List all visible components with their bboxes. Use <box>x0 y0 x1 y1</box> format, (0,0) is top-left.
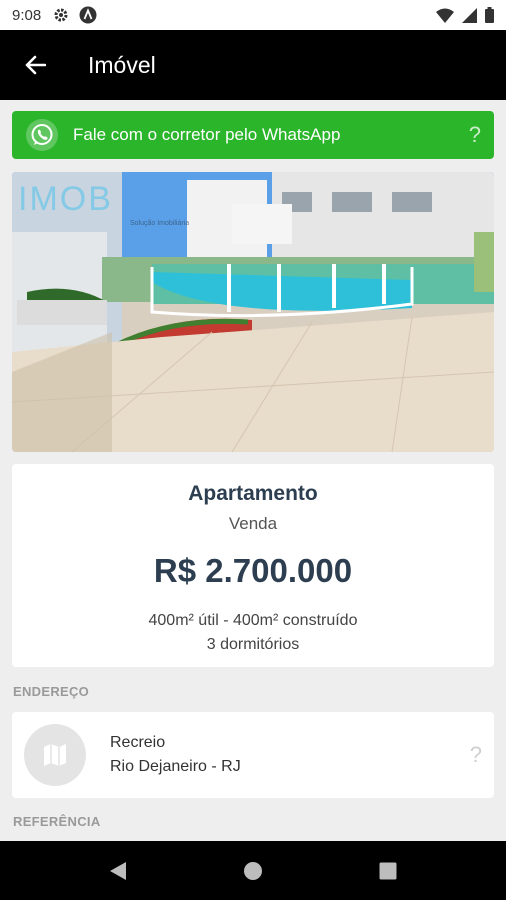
whatsapp-help-icon[interactable]: ? <box>469 122 481 148</box>
photo-watermark-logo: IMOB <box>18 180 113 219</box>
property-type: Apartamento <box>188 482 318 505</box>
whatsapp-icon <box>26 119 58 151</box>
square-recents-icon <box>379 862 397 879</box>
watermark-logo-sub: Solução Imobiliária <box>130 220 190 227</box>
property-photo[interactable]: IMOB Solução Imobiliária <box>12 172 494 452</box>
nav-home-button[interactable] <box>223 841 283 900</box>
photo-watermark-subtitle: Solução Imobiliária <box>130 220 189 227</box>
reference-section-label: REFERÊNCIA <box>13 814 101 829</box>
watermark-logo-text: IMOB <box>18 180 113 218</box>
address-help-icon[interactable]: ? <box>470 742 482 768</box>
app-bar: Imóvel <box>0 30 506 100</box>
property-area: 400m² útil - 400m² construído <box>148 612 358 629</box>
address-neighborhood: Recreio <box>110 734 166 751</box>
property-rooms: 3 dormitórios <box>206 636 300 653</box>
status-time: 9:08 <box>12 6 42 24</box>
triangle-back-icon <box>109 861 126 880</box>
app-notification-icon <box>79 6 97 24</box>
battery-icon <box>485 7 494 23</box>
content-area[interactable]: Fale com o corretor pelo WhatsApp ? IMOB… <box>0 100 506 841</box>
nav-back-button[interactable] <box>88 841 148 900</box>
signal-icon <box>462 7 477 23</box>
property-info-card: Apartamento Venda R$ 2.700.000 400m² úti… <box>12 464 494 667</box>
address-section-label: ENDEREÇO <box>13 684 90 699</box>
map-icon <box>44 744 66 766</box>
system-navigation-bar <box>0 841 506 900</box>
arrow-left-icon <box>25 55 46 75</box>
settings-icon <box>54 8 68 22</box>
map-icon-circle <box>24 724 86 786</box>
back-button[interactable] <box>0 30 70 100</box>
address-text: Recreio Rio Dejaneiro - RJ <box>110 731 470 779</box>
status-bar: 9:08 <box>0 0 506 30</box>
page-title: Imóvel <box>88 51 156 78</box>
property-price: R$ 2.700.000 <box>153 552 353 589</box>
wifi-icon <box>436 8 454 23</box>
whatsapp-banner-label: Fale com o corretor pelo WhatsApp <box>73 125 341 144</box>
address-city-state: Rio Dejaneiro - RJ <box>110 758 241 775</box>
nav-recents-button[interactable] <box>358 841 418 900</box>
whatsapp-contact-button[interactable]: Fale com o corretor pelo WhatsApp ? <box>12 111 494 159</box>
property-deal-type: Venda <box>228 514 278 533</box>
circle-home-icon <box>243 861 262 880</box>
address-card[interactable]: Recreio Rio Dejaneiro - RJ ? <box>12 712 494 798</box>
